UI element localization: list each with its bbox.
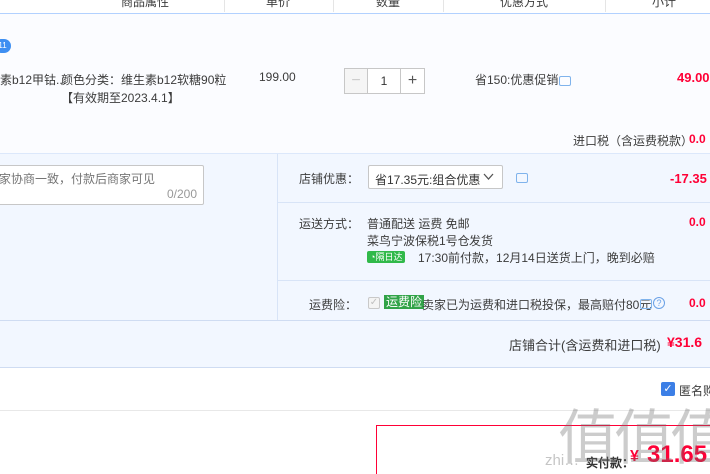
insurance-checkbox[interactable]: ✓ xyxy=(368,297,380,309)
store-discount-selected: 省17.35元:组合优惠 xyxy=(375,173,481,187)
chat-icon[interactable] xyxy=(559,76,571,86)
options-row-divider xyxy=(277,202,710,203)
watermark-site: zhi… xyxy=(545,452,580,469)
store-discount-amount: -17.35 xyxy=(670,171,707,186)
insurance-fee: 0.0 xyxy=(689,296,706,310)
item-name-link[interactable]: 素b12甲钴... xyxy=(0,71,66,88)
options-divider xyxy=(277,154,278,320)
buyer-message-input[interactable] xyxy=(0,172,177,186)
store-total-value: ¥31.6 xyxy=(667,334,703,350)
help-icon[interactable]: ? xyxy=(653,297,665,309)
item-unit-price: 199.00 xyxy=(259,70,296,84)
next-day-tag-label: 隔日达 xyxy=(375,252,403,262)
quantity-minus-button[interactable]: − xyxy=(344,68,368,94)
next-day-tag: ◔隔日达 xyxy=(367,251,406,263)
insurance-label: 运费险： xyxy=(309,298,358,312)
item-discount[interactable]: 省150:优惠促销 xyxy=(475,71,558,88)
col-header-discount: 优惠方式 xyxy=(500,0,549,9)
import-tax-value: 0.0 xyxy=(689,132,706,146)
shipping-warehouse: 菜鸟宁波保税1号仓 xyxy=(367,234,470,248)
col-header-price: 单价 xyxy=(266,0,291,9)
quantity-plus-button[interactable]: + xyxy=(400,68,425,94)
store-discount-label: 店铺优惠： xyxy=(299,172,360,186)
message-char-count: 0/200 xyxy=(166,187,197,201)
shipping-fee: 0.0 xyxy=(689,215,706,229)
shipping-eta: 17:30前付款，12月14日送货上门，晚到必赔 xyxy=(418,251,655,265)
quantity-stepper: − 1 + xyxy=(344,68,431,94)
insurance-desc: 卖家已为运费和进口税投保，最高赔付80元 xyxy=(422,298,652,312)
buyer-message-field[interactable]: 0/200 xyxy=(0,165,204,205)
col-header-attr: 商品属性 xyxy=(121,0,170,9)
cart-table-header: 商品属性 单价 数量 优惠方式 小计 xyxy=(0,0,710,14)
chat-icon[interactable] xyxy=(516,173,528,183)
import-tax-label: 进口税（含运费税款） xyxy=(573,134,694,148)
col-header-qty: 数量 xyxy=(376,0,401,9)
item-validity: 【有效期至2023.4.1】 xyxy=(61,91,180,105)
chevron-down-icon xyxy=(483,173,494,180)
item-attribute: 颜色分类：维生素b12软糖90粒 xyxy=(61,73,227,87)
quantity-input[interactable]: 1 xyxy=(368,68,400,94)
store-discount-select[interactable]: 省17.35元:组合优惠 xyxy=(368,165,503,189)
chat-icon[interactable] xyxy=(640,299,652,309)
item-subtotal: 49.00 xyxy=(677,70,710,85)
shipping-method: 普通配送 运费 免邮 xyxy=(367,217,470,231)
options-row-divider xyxy=(277,280,710,281)
insurance-tag: 运费险 xyxy=(384,295,425,309)
watermark-logo: 值值值 xyxy=(558,404,710,474)
col-header-subtotal: 小计 xyxy=(652,0,677,9)
store-total-label: 店铺合计(含运费和进口税) xyxy=(509,338,661,353)
shipping-ship-text: 发货 xyxy=(469,234,494,248)
shipping-label: 运送方式： xyxy=(299,217,360,231)
